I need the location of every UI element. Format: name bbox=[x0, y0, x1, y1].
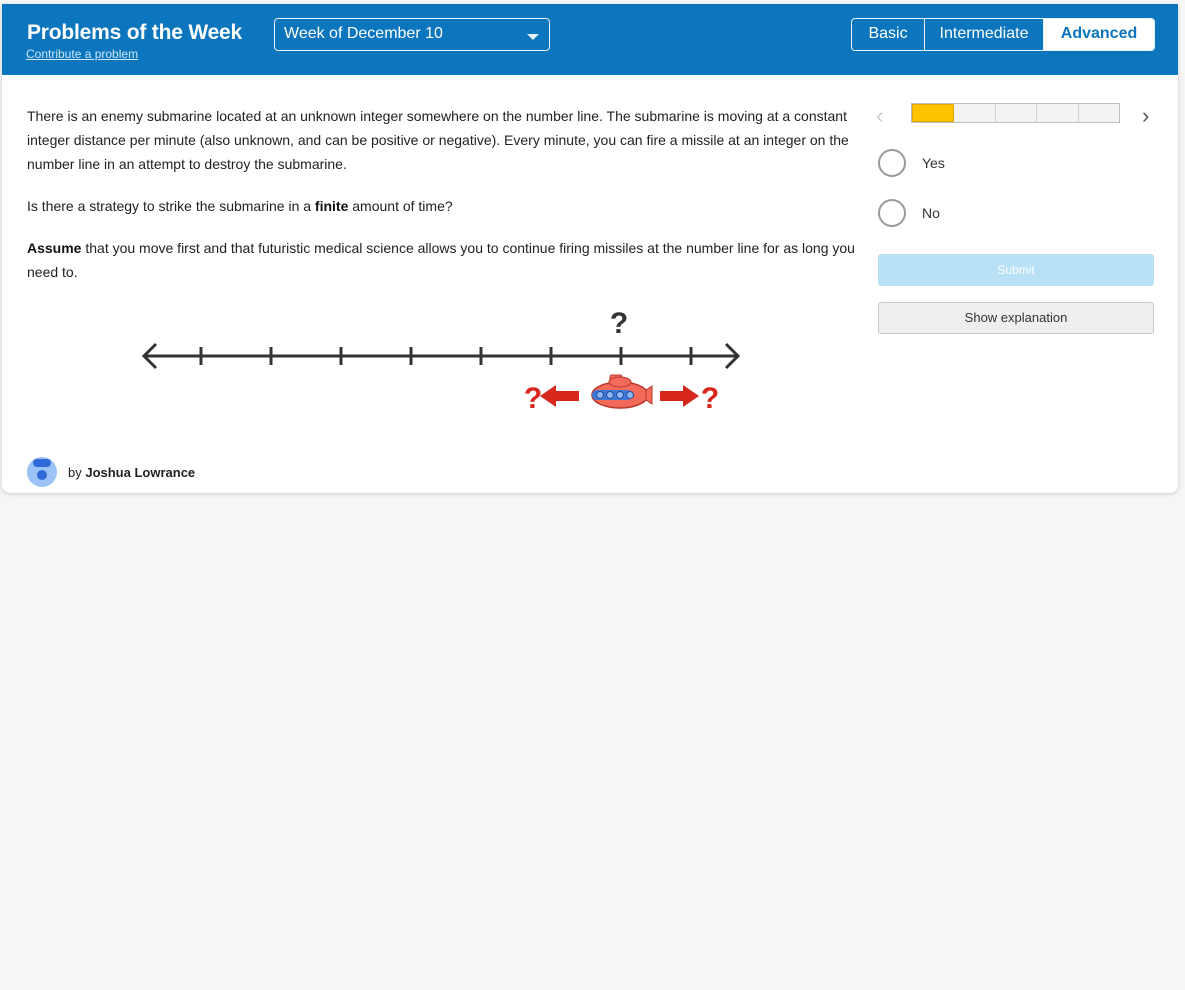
author-credit: by Joshua Lowrance bbox=[27, 456, 195, 488]
answer-label-yes: Yes bbox=[922, 155, 945, 171]
problem-text: There is an enemy submarine located at a… bbox=[27, 104, 857, 302]
progress-segment bbox=[1079, 104, 1119, 122]
problem-p3-text: that you move first and that futuristic … bbox=[27, 240, 855, 280]
avatar bbox=[27, 457, 57, 487]
chevron-left-icon[interactable]: ‹ bbox=[876, 105, 890, 128]
contribute-link[interactable]: Contribute a problem bbox=[26, 47, 138, 61]
radio-yes[interactable] bbox=[878, 149, 906, 177]
submarine-icon bbox=[591, 374, 653, 409]
problem-p3-bold: Assume bbox=[27, 240, 82, 256]
answer-option-yes[interactable]: Yes bbox=[878, 149, 945, 177]
week-select-value: Week of December 10 bbox=[284, 25, 443, 42]
left-red-arrow bbox=[540, 385, 579, 407]
page-title: Problems of the Week bbox=[27, 21, 243, 44]
problem-paragraph-3: Assume that you move first and that futu… bbox=[27, 236, 857, 284]
answer-label-no: No bbox=[922, 205, 940, 221]
level-toggle: Basic Intermediate Advanced bbox=[851, 18, 1155, 51]
answer-option-no[interactable]: No bbox=[878, 199, 940, 227]
show-explanation-button[interactable]: Show explanation bbox=[878, 302, 1154, 334]
week-select[interactable]: Week of December 10 bbox=[274, 18, 550, 51]
left-question-mark: ? bbox=[524, 382, 542, 415]
problem-paragraph-1: There is an enemy submarine located at a… bbox=[27, 108, 849, 172]
number-line-diagram: ? ? ? bbox=[141, 307, 741, 415]
progress-segment bbox=[1037, 104, 1079, 122]
problem-card: Problems of the Week Contribute a proble… bbox=[2, 4, 1178, 493]
radio-no[interactable] bbox=[878, 199, 906, 227]
problem-p2-text-end: amount of time? bbox=[348, 198, 453, 214]
author-prefix: by bbox=[68, 464, 86, 480]
caret-down-icon bbox=[527, 34, 539, 40]
top-question-mark: ? bbox=[610, 307, 628, 340]
progress-segment bbox=[996, 104, 1038, 122]
right-question-mark: ? bbox=[701, 382, 719, 415]
chevron-right-icon[interactable]: › bbox=[1142, 105, 1156, 128]
author-text: by Joshua Lowrance bbox=[68, 465, 195, 480]
problem-p2-text: Is there a strategy to strike the submar… bbox=[27, 198, 315, 214]
level-basic-button[interactable]: Basic bbox=[852, 19, 925, 50]
author-name[interactable]: Joshua Lowrance bbox=[85, 465, 195, 480]
level-intermediate-button[interactable]: Intermediate bbox=[925, 19, 1044, 50]
submit-button[interactable]: Submit bbox=[878, 254, 1154, 286]
progress-segment bbox=[912, 104, 955, 122]
problem-p2-bold: finite bbox=[314, 198, 349, 214]
level-advanced-button[interactable]: Advanced bbox=[1044, 19, 1154, 50]
header-bar: Problems of the Week Contribute a proble… bbox=[2, 4, 1178, 75]
right-red-arrow bbox=[660, 385, 699, 407]
progress-segment bbox=[954, 104, 996, 122]
problem-paragraph-2: Is there a strategy to strike the submar… bbox=[27, 194, 857, 218]
progress-bar bbox=[911, 103, 1120, 123]
